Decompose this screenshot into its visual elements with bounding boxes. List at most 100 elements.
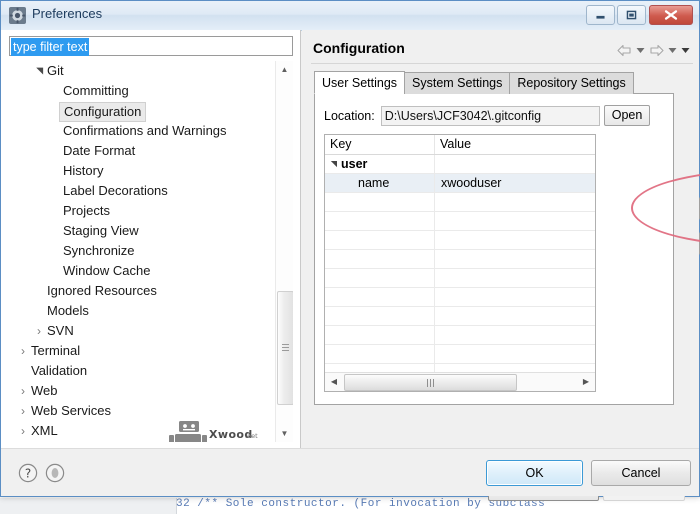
tree-item-label: Confirmations and Warnings [63, 123, 227, 138]
search-input[interactable]: type filter text [9, 36, 293, 56]
more-menu-chevron-down-icon[interactable] [681, 47, 690, 54]
forward-arrow-icon[interactable] [649, 44, 664, 57]
tree-item-confirmations-and-warnings[interactable]: Confirmations and Warnings [9, 121, 275, 141]
back-menu-chevron-down-icon[interactable] [636, 47, 645, 54]
forward-menu-chevron-down-icon[interactable] [668, 47, 677, 54]
minimize-button[interactable] [586, 5, 615, 25]
table-row-empty[interactable] [325, 288, 595, 307]
table-row[interactable]: ◢ user [325, 155, 595, 174]
scrollbar-thumb[interactable] [277, 291, 293, 405]
table-row-empty[interactable] [325, 345, 595, 364]
table-row-empty[interactable] [325, 250, 595, 269]
tree-item-projects[interactable]: Projects [9, 201, 275, 221]
tree-expand-arrow-icon[interactable]: › [34, 321, 44, 341]
table-cell-value [435, 155, 595, 173]
tree-item-terminal[interactable]: › Terminal [9, 341, 275, 361]
tree-vertical-scrollbar[interactable]: ▲ ▼ [275, 61, 293, 442]
table-cell-value [435, 193, 595, 211]
back-arrow-icon[interactable] [617, 44, 632, 57]
preferences-tree[interactable]: ◢ Git Committing Configuration Confirmations… [9, 61, 293, 442]
scroll-left-arrow-icon[interactable]: ◀ [326, 373, 342, 390]
dialog-footer: ? OK Cancel [1, 448, 699, 496]
table-row-empty[interactable] [325, 307, 595, 326]
tree-item-staging-view[interactable]: Staging View [9, 221, 275, 241]
user-settings-panel: Location: D:\Users\JCF3042\.gitconfig Op… [314, 93, 700, 501]
tree-item-label: Web Services [31, 403, 111, 418]
tree-rows-container: ◢ Git Committing Configuration Confirmations… [9, 61, 275, 441]
svg-text:?: ? [25, 466, 31, 480]
tree-item-label: Window Cache [63, 263, 151, 278]
table-row-empty[interactable] [325, 326, 595, 345]
tree-expand-arrow-icon[interactable]: › [18, 401, 28, 421]
hscrollbar-thumb[interactable] [344, 374, 517, 391]
table-cell-key [325, 326, 435, 344]
table-cell-value [435, 212, 595, 230]
table-row-empty[interactable] [325, 269, 595, 288]
watermark-logo: Xwood .net 小六人比条 [169, 421, 258, 442]
tree-item-committing[interactable]: Committing [9, 81, 275, 101]
tree-item-date-format[interactable]: Date Format [9, 141, 275, 161]
tree-item-label: Web [31, 383, 58, 398]
tree-item-label: Terminal [31, 343, 81, 358]
config-table[interactable]: Key Value ◢ user name xwooduser ◀ ▶ [324, 134, 596, 392]
tree-item-web[interactable]: › Web [9, 381, 275, 401]
scrollbar-grip-icon [282, 344, 289, 353]
help-icon[interactable]: ? [18, 463, 38, 483]
tab-user-settings[interactable]: User Settings [314, 71, 406, 94]
tree-item-web-services[interactable]: › Web Services [9, 401, 275, 421]
tree-item-window-cache[interactable]: Window Cache [9, 261, 275, 281]
tree-collapse-arrow-icon[interactable]: ◢ [29, 66, 49, 76]
title-divider [311, 63, 693, 64]
tree-item-label: History [63, 163, 104, 178]
tree-expand-arrow-icon[interactable]: › [18, 421, 28, 441]
tree-expand-arrow-icon[interactable]: › [18, 341, 28, 361]
open-button[interactable]: Open [603, 105, 651, 126]
location-row: Location: D:\Users\JCF3042\.gitconfig Op… [324, 105, 651, 126]
tree-expand-arrow-icon[interactable]: › [18, 381, 28, 401]
shell-icon[interactable] [45, 463, 65, 483]
tree-item-synchronize[interactable]: Synchronize [9, 241, 275, 261]
table-row[interactable]: name xwooduser [325, 174, 595, 193]
table-cell-value: xwooduser [441, 176, 502, 190]
filter-area: type filter text [1, 30, 300, 60]
location-field[interactable]: D:\Users\JCF3042\.gitconfig [380, 105, 600, 126]
tree-item-history[interactable]: History [9, 161, 275, 181]
table-row-empty[interactable] [325, 231, 595, 250]
tree-item-validation[interactable]: Validation [9, 361, 275, 381]
preferences-dialog: Preferences type filter text ◢ Git Commi… [0, 0, 700, 501]
maximize-button[interactable] [617, 5, 646, 25]
close-button[interactable] [649, 5, 693, 25]
scroll-right-arrow-icon[interactable]: ▶ [578, 373, 594, 390]
tab-system-settings[interactable]: System Settings [404, 72, 511, 94]
table-cell-key [325, 250, 435, 268]
scroll-down-arrow-icon[interactable]: ▼ [276, 425, 293, 442]
tree-item-label: Synchronize [63, 243, 135, 258]
cancel-button[interactable]: Cancel [591, 460, 691, 486]
ok-button[interactable]: OK [486, 460, 583, 486]
tree-item-label: Date Format [63, 143, 136, 158]
column-header-value[interactable]: Value [435, 135, 595, 154]
table-cell-key [325, 345, 435, 363]
scroll-up-arrow-icon[interactable]: ▲ [276, 61, 293, 78]
title-bar[interactable]: Preferences [1, 1, 699, 31]
tree-item-configuration[interactable]: Configuration [9, 101, 275, 122]
table-cell-value [435, 288, 595, 306]
filter-input-value: type filter text [11, 38, 90, 56]
tree-item-models[interactable]: Models [9, 301, 275, 321]
table-cell-value [435, 231, 595, 249]
maximize-icon [626, 10, 637, 20]
tree-item-git[interactable]: ◢ Git [9, 61, 275, 81]
tree-item-label: Configuration [59, 102, 147, 122]
table-row-empty[interactable] [325, 193, 595, 212]
dialog-content: type filter text ◢ Git Committing Configura… [1, 30, 700, 501]
tab-repository-settings[interactable]: Repository Settings [509, 72, 634, 94]
table-entry-key: name [358, 176, 390, 190]
table-row-empty[interactable] [325, 212, 595, 231]
table-horizontal-scrollbar[interactable]: ◀ ▶ [325, 372, 595, 391]
table-header-row: Key Value [325, 135, 595, 155]
tree-item-ignored-resources[interactable]: Ignored Resources [9, 281, 275, 301]
tree-item-label-decorations[interactable]: Label Decorations [9, 181, 275, 201]
hscrollbar-grip-icon [426, 378, 435, 387]
column-header-key[interactable]: Key [325, 135, 435, 154]
tree-item-svn[interactable]: › SVN [9, 321, 275, 341]
